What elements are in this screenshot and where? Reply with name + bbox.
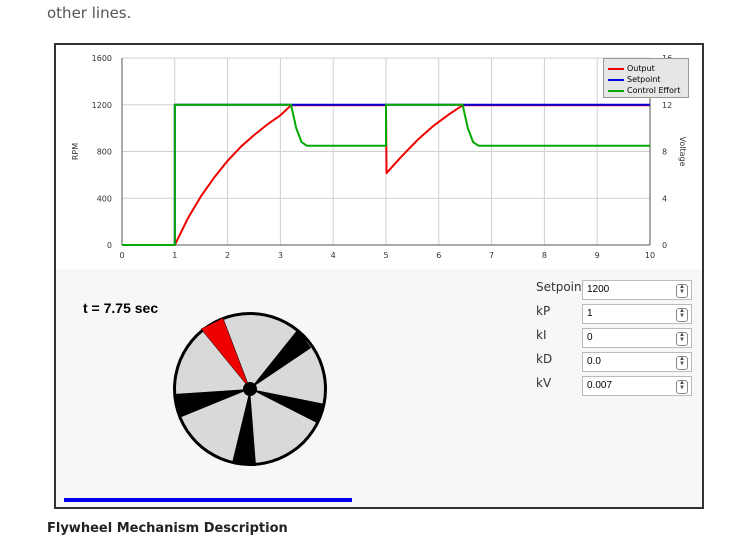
- progress-bar: [64, 498, 352, 502]
- y-tick-label: 1200: [92, 101, 112, 110]
- ki-spinner-icon[interactable]: ▲ ▼: [676, 332, 688, 346]
- y-tick-label: 0: [107, 241, 112, 250]
- y-axis-label: RPM: [71, 143, 80, 160]
- x-tick-label: 9: [595, 251, 600, 260]
- y2-tick-label: 8: [662, 148, 667, 157]
- kv-value: 0.007: [587, 380, 613, 391]
- x-tick-label: 1: [172, 251, 177, 260]
- legend-label-control-effort: Control Effort: [627, 86, 681, 95]
- kd-label: kD: [536, 352, 553, 366]
- y2-axis-label: Voltage: [678, 136, 687, 166]
- kd-field[interactable]: 0.0 ▲ ▼: [582, 352, 692, 372]
- setpoint-label: Setpoint: [536, 280, 587, 294]
- kv-field[interactable]: 0.007 ▲ ▼: [582, 376, 692, 396]
- y2-tick-label: 12: [662, 101, 672, 110]
- legend-label-output: Output: [627, 64, 655, 73]
- x-tick-label: 5: [383, 251, 388, 260]
- kp-field[interactable]: 1 ▲ ▼: [582, 304, 692, 324]
- legend-item-setpoint: Setpoint: [608, 75, 661, 84]
- setpoint-value: 1200: [587, 284, 610, 295]
- flywheel-graphic: [173, 312, 327, 466]
- kv-spinner-icon[interactable]: ▲ ▼: [676, 380, 688, 394]
- section-heading: Flywheel Mechanism Description: [47, 521, 288, 536]
- legend-label-setpoint: Setpoint: [627, 75, 661, 84]
- flywheel-simulation-panel: 0123456789100400800120016000481216RPMVol…: [54, 43, 704, 509]
- kd-value: 0.0: [587, 356, 601, 367]
- legend-swatch-output: [608, 67, 624, 70]
- kd-spinner-icon[interactable]: ▲ ▼: [676, 356, 688, 370]
- y2-tick-label: 4: [662, 194, 667, 203]
- x-tick-label: 2: [225, 251, 230, 260]
- legend-swatch-control-effort: [608, 89, 624, 92]
- kp-spinner-icon[interactable]: ▲ ▼: [676, 308, 688, 322]
- y-tick-label: 800: [97, 148, 112, 157]
- legend-swatch-setpoint: [608, 78, 624, 81]
- x-tick-label: 3: [278, 251, 283, 260]
- x-tick-label: 6: [436, 251, 441, 260]
- ki-field[interactable]: 0 ▲ ▼: [582, 328, 692, 348]
- x-tick-label: 7: [489, 251, 494, 260]
- ki-label: kI: [536, 328, 547, 342]
- setpoint-field[interactable]: 1200 ▲ ▼: [582, 280, 692, 300]
- ki-value: 0: [587, 332, 593, 343]
- chart-legend: Output Setpoint Control Effort: [603, 58, 689, 98]
- y-tick-label: 400: [97, 194, 112, 203]
- intro-text: other lines.: [47, 4, 132, 22]
- time-readout: t = 7.75 sec: [83, 300, 159, 316]
- x-tick-label: 0: [119, 251, 124, 260]
- y2-tick-label: 0: [662, 241, 667, 250]
- flywheel-hub: [243, 382, 257, 396]
- kp-label: kP: [536, 304, 551, 318]
- kv-label: kV: [536, 376, 552, 390]
- y-tick-label: 1600: [92, 54, 112, 63]
- x-tick-label: 8: [542, 251, 547, 260]
- x-tick-label: 10: [645, 251, 655, 260]
- legend-item-output: Output: [608, 64, 655, 73]
- kp-value: 1: [587, 308, 593, 319]
- x-tick-label: 4: [331, 251, 336, 260]
- legend-item-control-effort: Control Effort: [608, 86, 680, 95]
- setpoint-spinner-icon[interactable]: ▲ ▼: [676, 284, 688, 298]
